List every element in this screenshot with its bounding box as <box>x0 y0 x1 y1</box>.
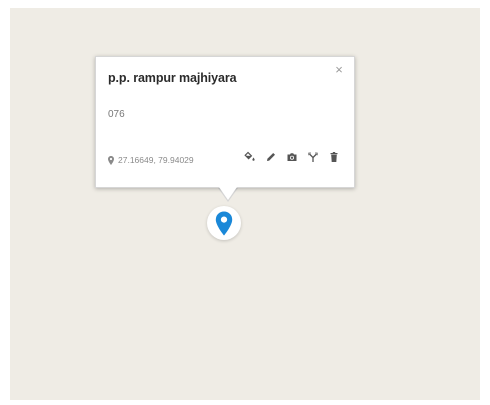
paint-bucket-icon[interactable] <box>244 151 256 163</box>
place-description: 076 <box>108 109 125 120</box>
info-window-tail <box>219 187 237 200</box>
action-toolbar <box>244 151 340 163</box>
close-button[interactable]: × <box>332 63 346 77</box>
trash-icon[interactable] <box>328 151 340 163</box>
place-title: p.p. rampur majhiyara <box>108 71 237 85</box>
camera-icon[interactable] <box>286 151 298 163</box>
pencil-icon[interactable] <box>265 151 277 163</box>
info-window: p.p. rampur majhiyara × 076 27.16649, 79… <box>95 56 355 188</box>
coordinates-text: 27.16649, 79.94029 <box>118 155 194 165</box>
route-fork-icon[interactable] <box>307 151 319 163</box>
location-pin-icon <box>108 155 114 165</box>
coordinates: 27.16649, 79.94029 <box>108 155 194 165</box>
map-marker-icon[interactable] <box>215 211 233 236</box>
